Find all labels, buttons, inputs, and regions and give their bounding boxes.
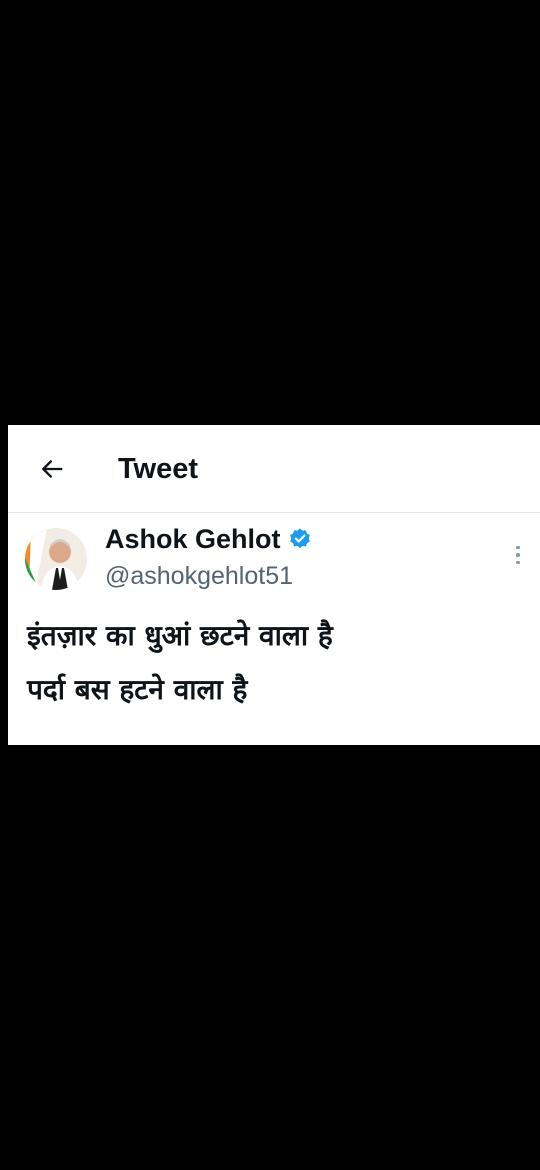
author-handle[interactable]: @ashokgehlot51 bbox=[105, 560, 293, 592]
page-title: Tweet bbox=[118, 453, 199, 485]
more-vertical-icon bbox=[516, 545, 520, 550]
avatar[interactable] bbox=[25, 528, 87, 590]
tweet-text: इंतज़ार का धुआं छटने वाला है पर्दा बस हट… bbox=[27, 609, 527, 717]
tweet-card: Tweet Ashok Gehlot @ashokgehlot51 इंतज़ा… bbox=[8, 425, 540, 745]
profile-photo-icon bbox=[25, 528, 87, 590]
author-display-name[interactable]: Ashok Gehlot bbox=[105, 522, 281, 556]
more-vertical-icon-dot bbox=[516, 553, 520, 557]
back-button[interactable] bbox=[36, 453, 68, 485]
arrow-left-icon bbox=[42, 460, 63, 478]
tweet-header: Tweet bbox=[8, 425, 540, 513]
tweet-line: इंतज़ार का धुआं छटने वाला है bbox=[27, 619, 333, 652]
author-name-row: Ashok Gehlot bbox=[105, 522, 312, 556]
verified-badge-icon bbox=[289, 528, 310, 549]
more-vertical-icon-dot bbox=[516, 560, 520, 565]
more-options-button[interactable] bbox=[506, 540, 530, 570]
tweet-line: पर्दा बस हटने वाला है bbox=[27, 673, 248, 706]
